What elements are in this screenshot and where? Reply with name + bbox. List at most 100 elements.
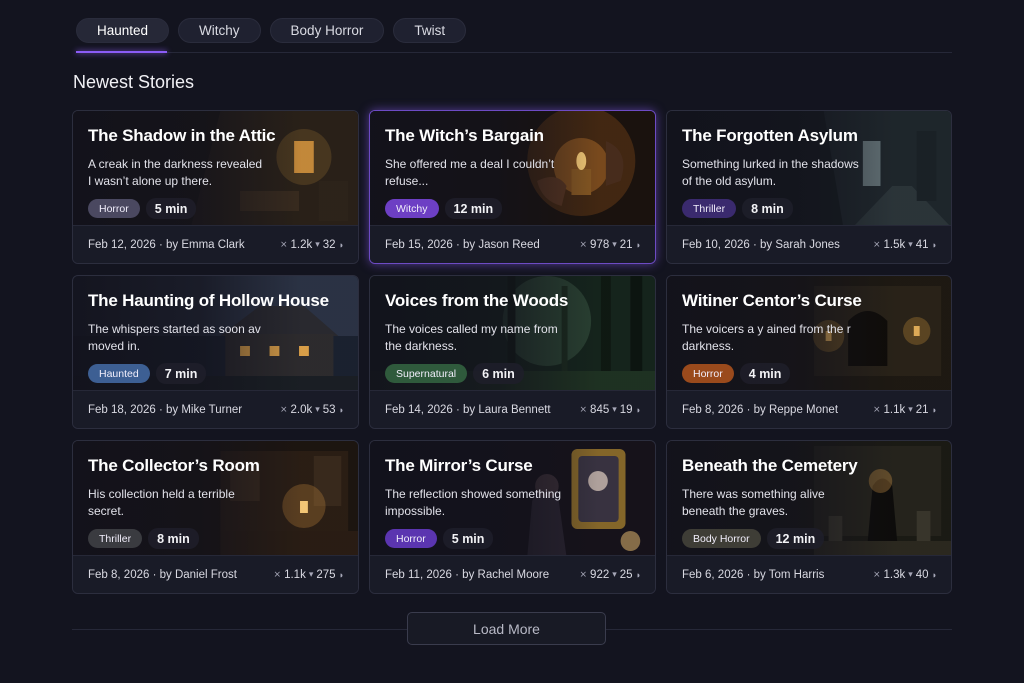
story-excerpt: Something lurked in the shadows of the o… [682, 157, 859, 188]
genre-badge[interactable]: Thriller [682, 199, 737, 218]
story-date: Feb 12, 2026 [88, 238, 156, 251]
read-time-badge: 6 min [473, 363, 524, 384]
story-stats: ⨯ 922 ▾ 25 ◗ [580, 569, 642, 581]
tab-haunted[interactable]: Haunted [76, 18, 170, 43]
comments-icon: ▾ [908, 569, 913, 579]
story-author[interactable]: by Mike Turner [166, 404, 242, 416]
story-meta: Horror 4 min [682, 363, 791, 384]
story-title[interactable]: The Forgotten Asylum [682, 126, 858, 146]
story-title[interactable]: Voices from the Woods [385, 291, 568, 311]
story-byline: Feb 18, 2026 · by Mike Turner [88, 404, 242, 416]
bookmark-icon[interactable]: ◗ [339, 240, 344, 250]
story-excerpt: There was something alive beneath the gr… [682, 487, 825, 518]
story-card[interactable]: The Mirror’s Curse The reflection showed … [369, 440, 656, 594]
story-footer: Feb 6, 2026 · by Tom Harris ⨯ 1.3k ▾ 40 ◗ [667, 555, 951, 593]
genre-badge[interactable]: Horror [88, 199, 140, 218]
story-stats: ⨯ 978 ▾ 21 ◗ [580, 239, 642, 251]
story-card[interactable]: Beneath the Cemetery There was something … [666, 440, 952, 594]
story-byline: Feb 10, 2026 · by Sarah Jones [682, 239, 840, 251]
genre-badge[interactable]: Body Horror [682, 529, 761, 548]
bookmark-icon[interactable]: ◗ [636, 405, 641, 415]
comments-count: 275 [316, 568, 336, 581]
story-card[interactable]: The Collector’s Room His collection held … [72, 440, 359, 594]
story-grid: The Shadow in the Attic A creak in the da… [72, 110, 952, 594]
story-card[interactable]: The Haunting of Hollow House The whispers… [72, 275, 359, 429]
story-footer: Feb 8, 2026 · by Daniel Frost ⨯ 1.1k ▾ 275 ◗ [73, 555, 358, 593]
genre-badge[interactable]: Haunted [88, 364, 150, 383]
bookmark-icon[interactable]: ◗ [636, 240, 641, 250]
story-meta: Thriller 8 min [88, 528, 199, 549]
story-byline: Feb 12, 2026 · by Emma Clark [88, 239, 245, 251]
byline-separator: · [743, 568, 754, 581]
views-count: 978 [590, 238, 610, 251]
story-author[interactable]: by Tom Harris [754, 569, 825, 581]
bookmark-icon[interactable]: ◗ [932, 240, 937, 250]
bookmark-icon[interactable]: ◗ [636, 570, 641, 580]
story-excerpt: His collection held a terrible secret. [88, 487, 235, 518]
story-author[interactable]: by Daniel Frost [160, 569, 237, 581]
story-title[interactable]: The Shadow in the Attic [88, 126, 276, 146]
story-author[interactable]: by Jason Reed [463, 239, 540, 251]
story-author[interactable]: by Laura Bennett [463, 404, 551, 416]
comments-icon: ▾ [612, 404, 617, 414]
genre-badge[interactable]: Witchy [385, 199, 439, 218]
views-count: 1.5k [883, 238, 906, 251]
story-byline: Feb 14, 2026 · by Laura Bennett [385, 404, 551, 416]
byline-separator: · [155, 403, 167, 416]
read-time-badge: 4 min [739, 363, 791, 384]
story-meta: Haunted 7 min [88, 363, 207, 384]
story-excerpt: The voicers a y ained from the r darknes… [682, 322, 851, 353]
genre-badge[interactable]: Horror [682, 364, 734, 383]
story-title[interactable]: The Witch’s Bargain [385, 126, 544, 146]
story-title[interactable]: The Haunting of Hollow House [88, 291, 329, 311]
comments-count: 25 [619, 568, 633, 581]
story-author[interactable]: by Emma Clark [166, 239, 245, 251]
section-title: Newest Stories [73, 72, 195, 92]
story-card[interactable]: The Witch’s Bargain She offered me a deal… [369, 110, 656, 264]
comments-count: 32 [322, 238, 336, 251]
tab-twist[interactable]: Twist [393, 18, 467, 43]
genre-badge[interactable]: Supernatural [385, 364, 468, 383]
story-meta: Horror 5 min [88, 198, 197, 219]
read-time-badge: 12 min [444, 198, 503, 219]
story-title[interactable]: The Collector’s Room [88, 456, 260, 476]
views-count: 922 [590, 568, 610, 581]
story-footer: Feb 18, 2026 · by Mike Turner ⨯ 2.0k ▾ 53 ◗ [73, 390, 358, 428]
story-byline: Feb 8, 2026 · by Daniel Frost [88, 569, 237, 581]
bookmark-icon[interactable]: ◗ [339, 570, 344, 580]
story-card[interactable]: The Shadow in the Attic A creak in the da… [72, 110, 359, 264]
bookmark-icon[interactable]: ◗ [932, 570, 937, 580]
story-title[interactable]: The Mirror’s Curse [385, 456, 533, 476]
bookmark-icon[interactable]: ◗ [932, 405, 937, 415]
byline-separator: · [452, 403, 464, 416]
genre-badge[interactable]: Thriller [88, 529, 143, 548]
story-footer: Feb 10, 2026 · by Sarah Jones ⨯ 1.5k ▾ 41 ◗ [667, 225, 951, 263]
story-date: Feb 15, 2026 [385, 238, 453, 251]
views-icon: ⨯ [872, 569, 881, 579]
tab-witchy[interactable]: Witchy [178, 18, 261, 43]
story-excerpt: A creak in the darkness revealed I wasn’… [88, 157, 263, 188]
story-date: Feb 11, 2026 [385, 568, 452, 581]
story-stats: ⨯ 1.1k ▾ 275 ◗ [274, 569, 344, 581]
views-icon: ⨯ [279, 404, 288, 414]
byline-separator: · [155, 238, 167, 251]
bookmark-icon[interactable]: ◗ [339, 405, 344, 415]
story-card[interactable]: Voices from the Woods The voices called m… [369, 275, 656, 429]
story-author[interactable]: by Reppe Monet [754, 404, 838, 416]
story-title[interactable]: Beneath the Cemetery [682, 456, 858, 476]
comments-count: 40 [915, 568, 929, 581]
story-byline: Feb 8, 2026 · by Reppe Monet [682, 404, 838, 416]
genre-badge[interactable]: Horror [385, 529, 437, 548]
views-icon: ⨯ [872, 239, 881, 249]
story-card[interactable]: Witiner Centor’s Curse The voicers a y ai… [666, 275, 952, 429]
story-excerpt: The whispers started as soon av moved in… [88, 322, 261, 353]
story-title[interactable]: Witiner Centor’s Curse [682, 291, 862, 311]
views-count: 2.0k [290, 403, 313, 416]
story-author[interactable]: by Rachel Moore [462, 569, 549, 581]
byline-separator: · [452, 238, 464, 251]
story-card[interactable]: The Forgotten Asylum Something lurked in … [666, 110, 952, 264]
load-more-button[interactable]: Load More [407, 612, 606, 645]
tab-body-horror[interactable]: Body Horror [269, 18, 385, 43]
story-author[interactable]: by Sarah Jones [760, 239, 840, 251]
story-stats: ⨯ 1.2k ▾ 32 ◗ [280, 239, 344, 251]
